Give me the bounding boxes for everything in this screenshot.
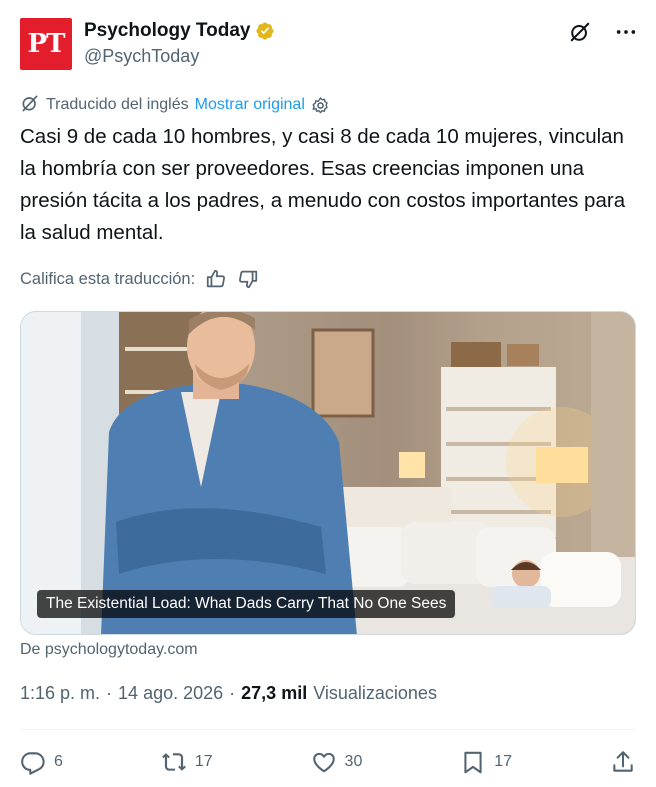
card-caption: The Existential Load: What Dads Carry Th… bbox=[37, 590, 456, 618]
tweet-meta: 1:16 p. m. · 14 ago. 2026 · 27,3 mil Vis… bbox=[20, 683, 437, 704]
meta-separator: · bbox=[106, 683, 113, 703]
card-source-link[interactable]: De psychologytoday.com bbox=[20, 641, 198, 659]
rate-translation: Califica esta traducción: bbox=[20, 268, 259, 290]
bookmark-count: 17 bbox=[494, 753, 513, 770]
tweet-text: Casi 9 de cada 10 hombres, y casi 8 de c… bbox=[20, 125, 626, 244]
reply-count: 6 bbox=[54, 753, 63, 770]
author-name[interactable]: Psychology Today bbox=[84, 19, 250, 43]
action-bar: 6 17 30 17 bbox=[20, 746, 636, 778]
like-icon bbox=[312, 752, 335, 773]
thumbs-up-icon[interactable] bbox=[205, 268, 227, 290]
bookmark-icon bbox=[464, 751, 482, 774]
thumbs-down-icon[interactable] bbox=[237, 268, 259, 290]
like-button[interactable]: 30 bbox=[311, 749, 363, 775]
views-count: 27,3 mil bbox=[241, 683, 308, 703]
divider bbox=[20, 729, 636, 730]
header-actions bbox=[568, 20, 638, 44]
translation-note: Traducido del inglés bbox=[46, 96, 189, 113]
translation-notice: Traducido del inglés Mostrar original bbox=[20, 94, 330, 116]
reply-icon bbox=[21, 752, 45, 775]
avatar[interactable]: PT bbox=[20, 18, 72, 70]
author-display-name-row[interactable]: Psychology Today bbox=[84, 19, 275, 43]
tweet-header: PT Psychology Today @PsychToday bbox=[20, 18, 638, 72]
tweet-date[interactable]: 14 ago. 2026 bbox=[118, 683, 223, 704]
views-label: Visualizaciones bbox=[313, 683, 437, 703]
show-original-link[interactable]: Mostrar original bbox=[195, 96, 305, 114]
logo-text: PT bbox=[27, 29, 66, 59]
like-count: 30 bbox=[344, 753, 363, 770]
translate-icon bbox=[20, 93, 40, 118]
repost-button[interactable]: 17 bbox=[161, 749, 213, 775]
share-icon bbox=[613, 751, 633, 772]
share-button[interactable] bbox=[610, 749, 636, 775]
verified-badge-icon bbox=[256, 22, 275, 40]
meta-separator: · bbox=[229, 683, 236, 703]
reply-button[interactable]: 6 bbox=[20, 749, 63, 775]
grok-icon[interactable] bbox=[568, 20, 592, 44]
repost-icon bbox=[161, 753, 186, 771]
more-icon[interactable] bbox=[614, 20, 638, 44]
rate-translation-label: Califica esta traducción: bbox=[20, 269, 196, 288]
author-handle[interactable]: @PsychToday bbox=[84, 43, 275, 69]
link-card-image[interactable]: The Existential Load: What Dads Carry Th… bbox=[20, 311, 636, 635]
bookmark-button[interactable]: 17 bbox=[460, 749, 512, 775]
card-photo bbox=[21, 312, 635, 634]
tweet-time[interactable]: 1:16 p. m. bbox=[20, 683, 100, 704]
settings-icon[interactable] bbox=[311, 96, 330, 115]
repost-count: 17 bbox=[194, 753, 213, 770]
author-names: Psychology Today @PsychToday bbox=[84, 19, 275, 69]
